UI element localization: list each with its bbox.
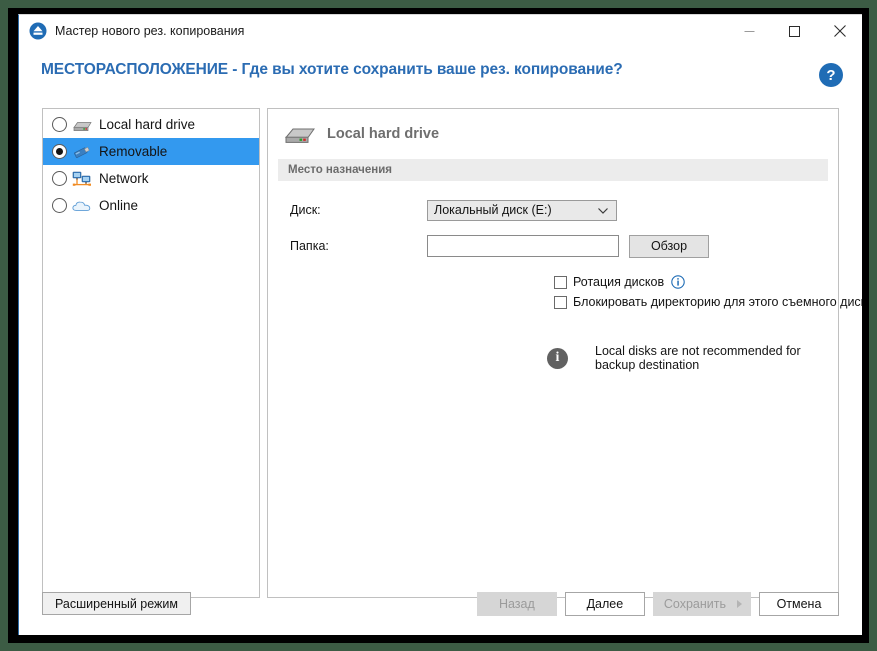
lock-directory-row[interactable]: Блокировать директорию для этого съемног… [554, 292, 862, 312]
notice-text: Local disks are not recommended for back… [595, 344, 801, 372]
page-title: МЕСТОРАСПОЛОЖЕНИЕ - Где вы хотите сохран… [41, 61, 623, 78]
disk-select-value: Локальный диск (E:) [434, 203, 552, 217]
body-area: Local hard drive Removable Network Onlin… [19, 93, 862, 635]
lock-directory-checkbox[interactable] [554, 295, 567, 309]
info-icon: i [547, 347, 568, 369]
sidebar-item-removable[interactable]: Removable [43, 138, 259, 165]
cloud-icon [71, 196, 93, 216]
destination-settings-panel: Local hard drive Место назначения Диск: … [267, 108, 862, 598]
title-bar: Мастер нового рез. копирования [19, 15, 862, 47]
notice-row: i Local disks are not recommended for ba… [268, 344, 838, 372]
footer-left: Расширенный режим [42, 592, 191, 615]
usb-drive-icon [71, 142, 93, 162]
section-header-destination: Место назначения [278, 159, 828, 181]
info-icon[interactable] [671, 275, 685, 289]
disk-rotation-row[interactable]: Ротация дисков [554, 272, 838, 292]
radio-removable[interactable] [52, 144, 67, 159]
caret-right-icon [737, 600, 742, 608]
cancel-button[interactable]: Отмена [759, 592, 839, 616]
close-button[interactable] [817, 15, 862, 47]
chevron-down-icon [597, 205, 609, 220]
radio-network[interactable] [52, 171, 67, 186]
disk-rotation-label: Ротация дисков [573, 275, 665, 289]
save-button: Сохранить [652, 592, 751, 616]
window-title: Мастер нового рез. копирования [55, 24, 245, 38]
sidebar-item-network[interactable]: Network [43, 165, 259, 192]
lock-directory-label: Блокировать директорию для этого съемног… [573, 295, 862, 309]
window-controls [727, 15, 862, 47]
disk-rotation-checkbox[interactable] [554, 275, 567, 289]
sidebar-item-label: Removable [99, 144, 168, 159]
footer-right: Назад Далее Сохранить Отмена [476, 592, 839, 616]
advanced-mode-button[interactable]: Расширенный режим [42, 592, 191, 615]
sidebar-item-online[interactable]: Online [43, 192, 259, 219]
options-group: Ротация дисков Блокировать директорию дл… [268, 272, 862, 312]
disk-row: Диск: Локальный диск (E:) [268, 195, 838, 225]
back-button: Назад [476, 592, 557, 616]
disk-select[interactable]: Локальный диск (E:) [427, 199, 617, 221]
hard-drive-icon [283, 120, 317, 148]
help-button[interactable]: ? [819, 63, 843, 87]
sidebar-item-label: Online [99, 198, 139, 213]
folder-label: Папка: [290, 239, 329, 253]
panel-title: Local hard drive [327, 126, 440, 142]
save-button-label: Сохранить [663, 597, 726, 611]
browse-button[interactable]: Обзор [629, 234, 709, 258]
hard-drive-icon [71, 115, 93, 135]
disk-label: Диск: [290, 203, 321, 217]
maximize-button[interactable] [772, 15, 817, 47]
destination-form: Диск: Локальный диск (E:) Папка: Обзор Р… [268, 181, 862, 372]
sidebar-item-label: Local hard drive [99, 117, 196, 132]
radio-local-hard-drive[interactable] [52, 117, 67, 132]
destination-type-list: Local hard drive Removable Network Onlin… [42, 108, 260, 598]
next-button[interactable]: Далее [564, 592, 645, 616]
sidebar-item-label: Network [99, 171, 149, 186]
wizard-window: Мастер нового рез. копирования МЕСТОРАСП… [18, 14, 862, 635]
screen: Мастер нового рез. копирования МЕСТОРАСП… [0, 0, 877, 651]
radio-online[interactable] [52, 198, 67, 213]
panel-header: Local hard drive [268, 109, 838, 159]
eject-circle-icon [29, 22, 47, 40]
minimize-button[interactable] [727, 15, 772, 47]
footer-bar: Расширенный режим Назад Далее Сохранить … [19, 579, 862, 635]
folder-input[interactable] [427, 235, 619, 257]
sidebar-item-local-hard-drive[interactable]: Local hard drive [43, 111, 259, 138]
folder-row: Папка: Обзор [268, 231, 838, 261]
network-icon [71, 169, 93, 189]
